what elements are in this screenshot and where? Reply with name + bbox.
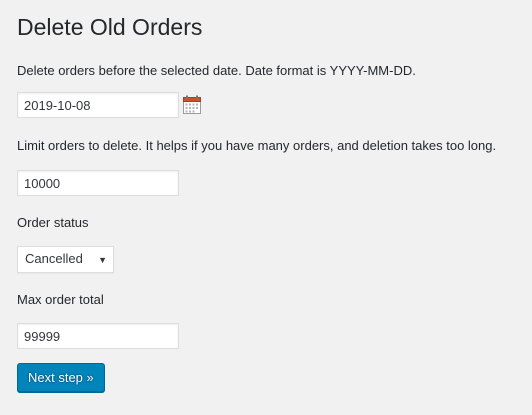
max-order-total-label: Max order total	[17, 292, 104, 307]
calendar-icon[interactable]	[183, 95, 201, 114]
date-description: Delete orders before the selected date. …	[17, 63, 416, 78]
date-input[interactable]	[17, 92, 179, 118]
page-title: Delete Old Orders	[17, 14, 203, 40]
limit-description: Limit orders to delete. It helps if you …	[17, 138, 497, 153]
max-order-total-input[interactable]	[17, 323, 179, 349]
chevron-down-icon: ▼	[98, 255, 107, 265]
limit-input[interactable]	[17, 170, 179, 196]
next-step-button[interactable]: Next step »	[17, 363, 105, 392]
order-status-select[interactable]: Cancelled ▼	[17, 246, 114, 273]
order-status-label: Order status	[17, 215, 89, 230]
order-status-selected-value: Cancelled	[25, 251, 83, 266]
